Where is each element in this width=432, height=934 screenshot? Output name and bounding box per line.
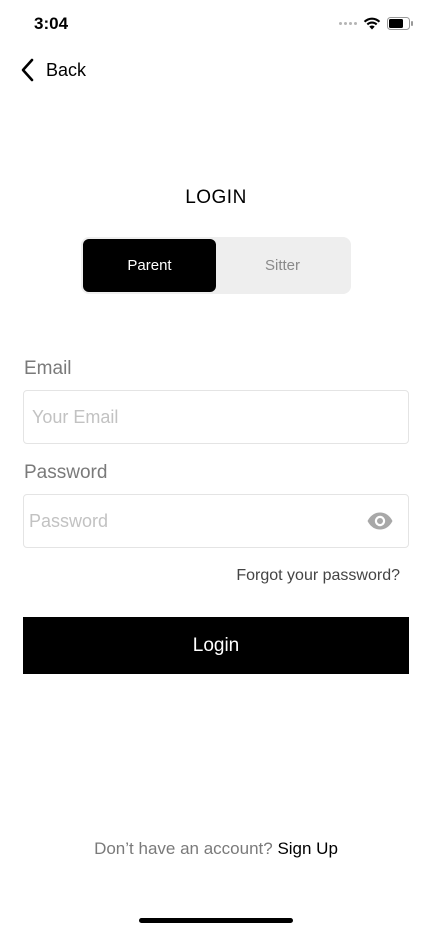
login-button[interactable]: Login (23, 617, 409, 674)
email-label: Email (24, 358, 72, 379)
status-time: 3:04 (34, 14, 69, 33)
battery-icon (387, 16, 413, 30)
role-toggle: Parent Sitter (81, 237, 351, 294)
signup-prompt: Don’t have an account? (94, 839, 273, 858)
email-field[interactable] (24, 391, 352, 443)
password-field-container (23, 494, 409, 548)
eye-icon[interactable] (366, 510, 394, 532)
signal-icon (339, 21, 357, 25)
email-field-container (23, 390, 409, 444)
back-button[interactable]: Back (20, 58, 86, 82)
password-field[interactable] (24, 495, 349, 547)
back-label: Back (46, 59, 87, 80)
role-option-sitter[interactable]: Sitter (216, 239, 349, 292)
status-icons (339, 16, 414, 30)
role-option-parent[interactable]: Parent (83, 239, 216, 292)
password-label: Password (24, 462, 108, 483)
signup-link[interactable]: Sign Up (277, 839, 337, 858)
forgot-password-link[interactable]: Forgot your password? (236, 567, 400, 585)
chevron-left-icon (21, 58, 34, 82)
wifi-icon (363, 17, 381, 30)
home-indicator (139, 918, 293, 923)
page-title: LOGIN (185, 187, 247, 208)
signup-row: Don’t have an account? Sign Up (0, 839, 432, 859)
